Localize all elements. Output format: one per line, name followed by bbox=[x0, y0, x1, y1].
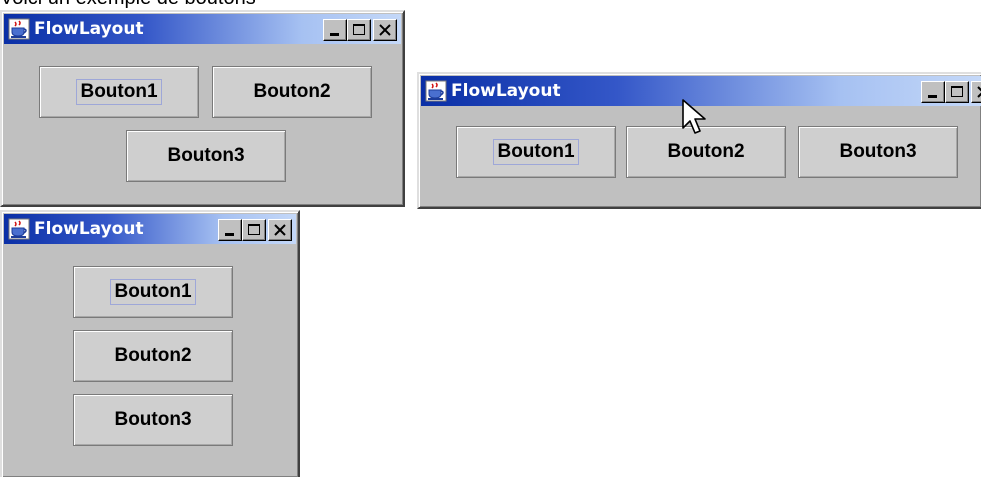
bouton3-button[interactable]: Bouton3 bbox=[798, 126, 958, 178]
close-icon bbox=[379, 24, 391, 36]
button-label: Bouton1 bbox=[493, 139, 579, 165]
minimize-icon bbox=[928, 95, 937, 98]
window-controls bbox=[218, 219, 292, 241]
bouton1-button[interactable]: Bouton1 bbox=[456, 126, 616, 178]
button-label: Bouton3 bbox=[114, 409, 192, 430]
button-label: Bouton3 bbox=[839, 141, 917, 162]
bouton2-button[interactable]: Bouton2 bbox=[212, 66, 372, 118]
flowlayout-window-1: FlowLayout Bouton1 Bouton2 Bouton3 bbox=[0, 10, 405, 207]
maximize-icon bbox=[248, 224, 260, 235]
bouton1-button[interactable]: Bouton1 bbox=[39, 66, 199, 118]
button-label: Bouton2 bbox=[253, 81, 331, 102]
maximize-button[interactable] bbox=[945, 81, 969, 103]
maximize-button[interactable] bbox=[347, 19, 371, 41]
page-caption: Voici un exemple de boutons bbox=[0, 0, 420, 8]
minimize-button[interactable] bbox=[921, 81, 945, 103]
window-titlebar[interactable]: FlowLayout bbox=[4, 14, 401, 44]
minimize-icon bbox=[225, 233, 234, 236]
window-titlebar[interactable]: FlowLayout bbox=[4, 214, 296, 244]
window-title: FlowLayout bbox=[34, 19, 144, 39]
button-label: Bouton3 bbox=[167, 145, 245, 166]
close-button[interactable] bbox=[971, 81, 981, 103]
bouton2-button[interactable]: Bouton2 bbox=[73, 330, 233, 382]
maximize-button[interactable] bbox=[242, 219, 266, 241]
bouton3-button[interactable]: Bouton3 bbox=[126, 130, 286, 182]
close-icon bbox=[274, 224, 286, 236]
window-controls bbox=[921, 81, 981, 103]
close-button[interactable] bbox=[268, 219, 292, 241]
minimize-button[interactable] bbox=[218, 219, 242, 241]
mouse-pointer-icon bbox=[682, 99, 706, 134]
maximize-icon bbox=[353, 24, 365, 35]
java-cup-icon bbox=[425, 80, 447, 102]
java-cup-icon bbox=[8, 18, 30, 40]
bouton3-button[interactable]: Bouton3 bbox=[73, 394, 233, 446]
bouton1-button[interactable]: Bouton1 bbox=[73, 266, 233, 318]
minimize-button[interactable] bbox=[323, 19, 347, 41]
flowlayout-window-3: FlowLayout Bouton1 Bouton2 Bouton3 bbox=[0, 210, 300, 477]
button-label: Bouton2 bbox=[667, 141, 745, 162]
flowlayout-window-2: FlowLayout Bouton1 Bouton2 Bouton3 bbox=[417, 72, 981, 209]
window-title: FlowLayout bbox=[451, 81, 561, 101]
minimize-icon bbox=[330, 33, 339, 36]
java-cup-icon bbox=[8, 218, 30, 240]
window-controls bbox=[323, 19, 397, 41]
button-label: Bouton1 bbox=[76, 79, 162, 105]
close-button[interactable] bbox=[373, 19, 397, 41]
maximize-icon bbox=[951, 86, 963, 97]
button-label: Bouton1 bbox=[110, 279, 196, 305]
window-title: FlowLayout bbox=[34, 219, 144, 239]
button-label: Bouton2 bbox=[114, 345, 192, 366]
close-icon bbox=[977, 86, 981, 98]
